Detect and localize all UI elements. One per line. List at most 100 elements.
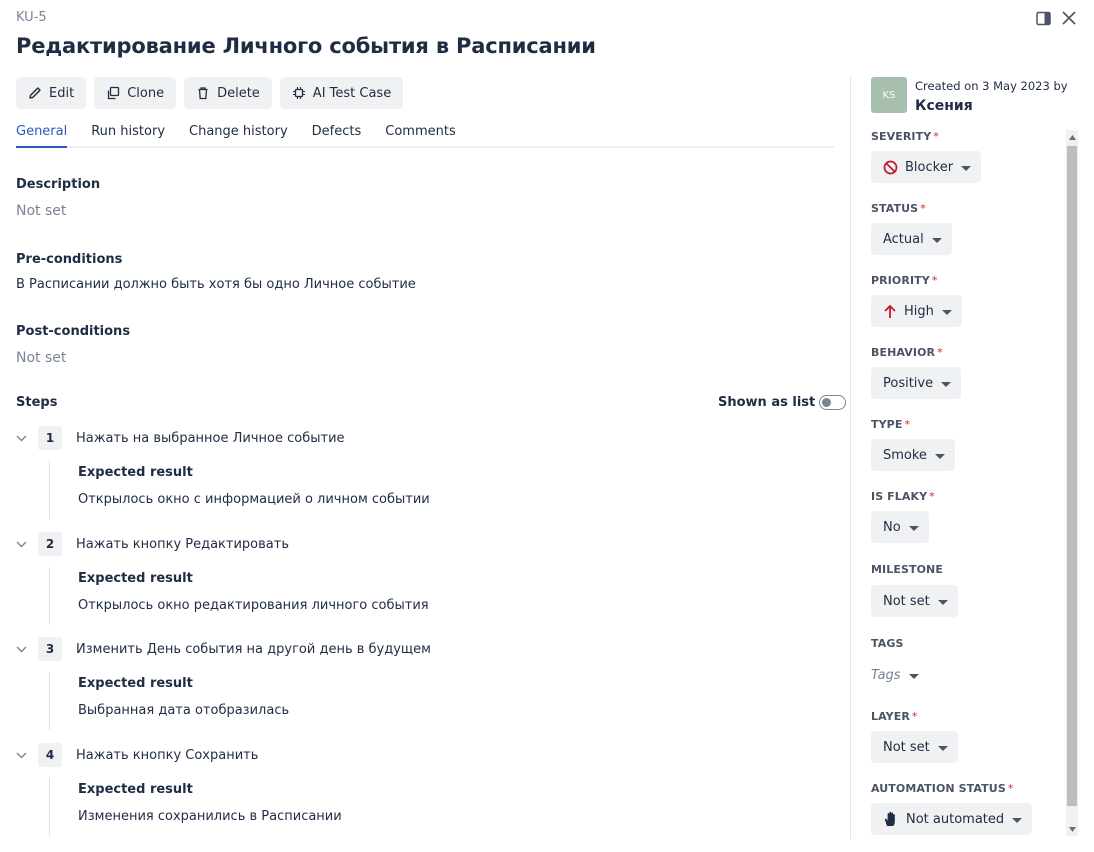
sidebar-scrollbar[interactable] [1066, 130, 1078, 836]
shown-as-list-toggle[interactable] [819, 395, 847, 410]
case-id: KU-5 [16, 10, 47, 25]
layer-label: LAYER * [871, 710, 918, 723]
expected-result-label: Expected result [78, 676, 193, 691]
step-number: 1 [38, 426, 62, 450]
chip-icon [292, 87, 305, 99]
step-action: Изменить День события на другой день в б… [76, 641, 431, 657]
priority-label: PRIORITY * [871, 274, 938, 287]
panel-toggle-icon[interactable] [1034, 9, 1052, 27]
type-label: TYPE * [871, 418, 911, 431]
step-action: Нажать кнопку Сохранить [76, 747, 259, 763]
layer-select[interactable]: Not set [871, 731, 958, 763]
trash-icon [198, 87, 208, 100]
severity-value: Blocker [905, 159, 954, 175]
tags-value: Tags [871, 667, 901, 683]
chevron-down-icon[interactable] [16, 749, 28, 761]
caret-down-icon [937, 599, 948, 605]
behavior-label: BEHAVIOR * [871, 346, 943, 359]
delete-button-label: Delete [217, 85, 260, 101]
caret-down-icon [961, 165, 972, 171]
tab-comments[interactable]: Comments [385, 118, 455, 148]
behavior-value: Positive [883, 375, 934, 391]
panel-divider [850, 76, 851, 839]
shown-as-list-control: Shown as list [718, 395, 847, 410]
caret-down-icon [931, 237, 942, 243]
edit-button[interactable]: Edit [16, 77, 87, 109]
automation-status-select[interactable]: Not automated [871, 803, 1033, 835]
status-value: Actual [883, 231, 924, 247]
tab-change-history[interactable]: Change history [189, 118, 288, 148]
close-icon[interactable] [1060, 9, 1078, 27]
steps-label: Steps [16, 395, 58, 410]
chevron-down-icon[interactable] [16, 432, 28, 444]
tab-bar: General Run history Change history Defec… [16, 118, 834, 148]
step-item: 3 Изменить День события на другой день в… [16, 636, 834, 730]
status-label: STATUS * [871, 202, 926, 215]
step-expected: Expected result Изменения сохранились в … [49, 778, 834, 836]
behavior-select[interactable]: Positive [871, 367, 962, 399]
arrow-up-icon [884, 304, 896, 318]
caret-down-icon [941, 381, 952, 387]
expected-result-value: Открылось окно редактирования личного со… [78, 598, 429, 613]
is-flaky-value: No [883, 519, 901, 535]
automation-status-label: AUTOMATION STATUS * [871, 782, 1014, 795]
tags-select[interactable]: Tags [871, 659, 919, 691]
step-number: 3 [38, 637, 62, 661]
expected-result-value: Выбранная дата отобразилась [78, 703, 290, 718]
step-expected: Expected result Открылось окно с информа… [49, 461, 834, 519]
tab-defects[interactable]: Defects [312, 118, 362, 148]
type-select[interactable]: Smoke [871, 439, 955, 471]
preconditions-label: Pre-conditions [16, 252, 123, 267]
caret-down-icon [934, 453, 945, 459]
page-title: Редактирование Личного события в Расписа… [16, 34, 596, 58]
step-item: 4 Нажать кнопку Сохранить Expected resul… [16, 742, 834, 836]
severity-select[interactable]: Blocker [871, 151, 982, 183]
copy-icon [108, 86, 120, 100]
preconditions-value: В Расписании должно быть хотя бы одно Ли… [16, 277, 416, 292]
step-number: 4 [38, 743, 62, 767]
blocker-icon [883, 160, 898, 174]
tab-general[interactable]: General [16, 118, 68, 148]
is-flaky-label: IS FLAKY * [871, 490, 935, 503]
toggle-knob [822, 398, 832, 407]
severity-label: SEVERITY * [871, 130, 939, 143]
caret-down-icon [941, 309, 952, 315]
chevron-down-icon[interactable] [16, 643, 28, 655]
edit-button-label: Edit [49, 85, 75, 101]
step-expected: Expected result Открылось окно редактиро… [49, 567, 834, 625]
tab-run-history[interactable]: Run history [91, 118, 165, 148]
ai-test-case-button-label: AI Test Case [312, 85, 392, 101]
is-flaky-select[interactable]: No [871, 511, 929, 543]
scrollbar-thumb[interactable] [1067, 146, 1077, 806]
step-expected: Expected result Выбранная дата отобразил… [49, 672, 834, 730]
hand-icon [884, 811, 895, 826]
caret-down-icon [908, 673, 919, 679]
caret-down-icon [1012, 817, 1023, 823]
expected-result-label: Expected result [78, 465, 193, 480]
status-select[interactable]: Actual [871, 223, 952, 255]
step-item: 2 Нажать кнопку Редактировать Expected r… [16, 531, 834, 625]
postconditions-label: Post-conditions [16, 324, 131, 339]
postconditions-value: Not set [16, 350, 67, 366]
toolbar: Edit Clone Delete AI Test Case [16, 77, 404, 109]
clone-button-label: Clone [127, 85, 165, 101]
priority-value: High [904, 303, 934, 319]
window-controls [1034, 9, 1078, 27]
layer-value: Not set [883, 739, 930, 755]
scroll-down-icon[interactable] [1066, 824, 1078, 834]
tags-label: TAGS [871, 637, 904, 650]
ai-test-case-button[interactable]: AI Test Case [279, 77, 404, 109]
expected-result-label: Expected result [78, 782, 193, 797]
expected-result-label: Expected result [78, 571, 193, 586]
chevron-down-icon[interactable] [16, 538, 28, 550]
expected-result-value: Открылось окно с информацией о личном со… [78, 492, 430, 507]
milestone-value: Not set [883, 593, 930, 609]
scroll-up-icon[interactable] [1066, 132, 1078, 142]
priority-select[interactable]: High [871, 295, 962, 327]
clone-button[interactable]: Clone [94, 77, 177, 109]
expected-result-value: Изменения сохранились в Расписании [78, 809, 342, 824]
milestone-label: MILESTONE [871, 563, 943, 576]
milestone-select[interactable]: Not set [871, 585, 958, 617]
pencil-icon [29, 87, 41, 99]
delete-button[interactable]: Delete [184, 77, 272, 109]
